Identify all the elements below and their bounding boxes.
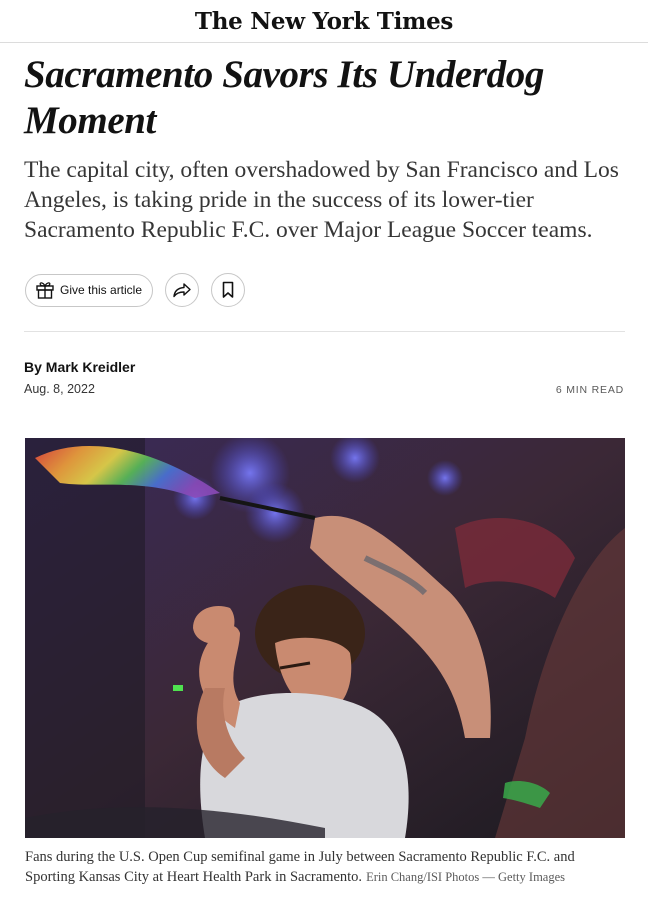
- read-time: 6 MIN READ: [555, 384, 624, 396]
- article-photo[interactable]: [25, 438, 625, 838]
- give-article-label: Give this article: [60, 283, 143, 297]
- headline-line-1: Sacramento Savors Its Underdog: [24, 53, 544, 96]
- give-article-button[interactable]: Give this article: [25, 273, 154, 307]
- article-headline: Sacramento Savors Its Underdog Moment: [24, 52, 624, 144]
- publish-date: Aug. 8, 2022: [24, 382, 95, 396]
- divider: [24, 331, 625, 332]
- save-button[interactable]: [211, 273, 246, 307]
- photo-fans-celebrating: [25, 438, 625, 838]
- share-button[interactable]: [165, 273, 200, 307]
- article-actions: Give this article: [25, 273, 246, 307]
- masthead-bar: The New York Times: [0, 0, 648, 43]
- article-summary: The capital city, often overshadowed by …: [24, 157, 619, 243]
- photo-credit: Erin Chang/ISI Photos — Getty Images: [366, 869, 566, 884]
- byline[interactable]: By Mark Kreidler: [24, 359, 135, 375]
- nyt-logo[interactable]: The New York Times: [195, 8, 453, 35]
- share-icon: [173, 283, 191, 298]
- headline-line-2: Moment: [24, 99, 156, 142]
- gift-icon: [36, 282, 54, 299]
- photo-caption: Fans during the U.S. Open Cup semifinal …: [25, 848, 615, 887]
- bookmark-icon: [222, 281, 234, 298]
